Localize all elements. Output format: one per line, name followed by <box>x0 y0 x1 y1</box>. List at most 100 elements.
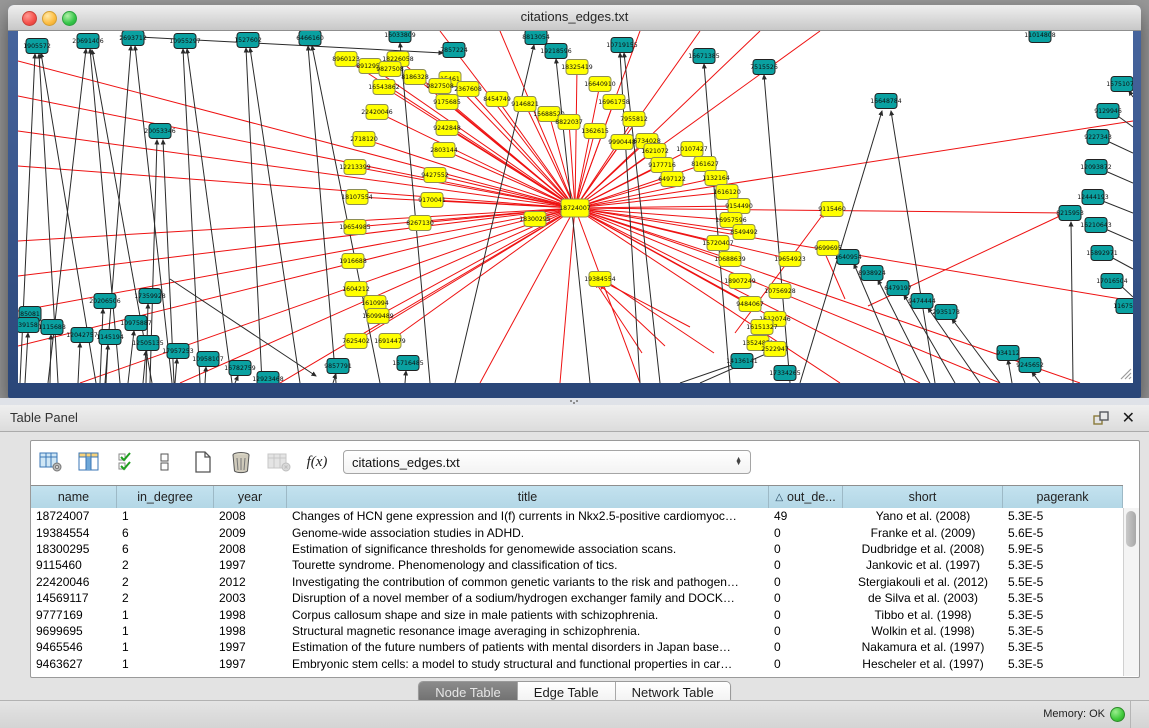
vertical-scrollbar[interactable] <box>1123 508 1139 676</box>
graph-node[interactable]: 12505135 <box>132 336 164 351</box>
graph-node[interactable]: 39158 <box>18 318 39 333</box>
graph-node[interactable]: 7515526 <box>750 60 778 75</box>
graph-node[interactable]: 9474444 <box>908 294 936 309</box>
graph-node[interactable]: 1145194 <box>96 330 124 345</box>
graph-node[interactable]: 17016504 <box>1096 274 1128 289</box>
graph-node[interactable]: 9484067 <box>736 297 764 312</box>
graph-node[interactable]: 11014808 <box>1024 31 1056 43</box>
graph-node[interactable]: 10955297 <box>169 34 201 49</box>
table-row[interactable]: 2242004622012Investigating the contribut… <box>31 574 1123 590</box>
graph-node[interactable]: 10756928 <box>764 284 796 299</box>
panel-divider[interactable] <box>0 398 1149 405</box>
resize-grip[interactable] <box>1121 369 1131 379</box>
graph-node[interactable]: 19654985 <box>339 220 371 235</box>
graph-node[interactable]: 1905572 <box>23 39 51 54</box>
graph-hub-node[interactable]: 18724007 <box>559 199 591 217</box>
graph-node[interactable]: 2935178 <box>932 305 960 320</box>
column-header-name[interactable]: name <box>31 486 117 508</box>
graph-node[interactable]: 19218596 <box>540 44 572 59</box>
graph-node[interactable]: 9699695 <box>814 241 842 256</box>
graph-node[interactable]: 9245652 <box>1016 358 1044 373</box>
graph-node[interactable]: 20206506 <box>89 294 121 309</box>
column-header-pagerank[interactable]: pagerank <box>1003 486 1123 508</box>
graph-node[interactable]: 15716485 <box>392 356 424 371</box>
graph-node[interactable]: 12213399 <box>339 160 371 175</box>
graph-node[interactable]: 16648784 <box>870 94 902 109</box>
graph-node[interactable]: 12923468 <box>252 372 284 384</box>
graph-node[interactable]: 18325419 <box>561 60 593 75</box>
graph-node[interactable]: 1616120 <box>713 185 741 200</box>
graph-node[interactable]: 9154490 <box>725 199 753 214</box>
graph-node[interactable]: 1621072 <box>641 144 669 159</box>
graph-node[interactable]: 1115688 <box>38 320 66 335</box>
table-row[interactable]: 946554611997Estimation of the future num… <box>31 639 1123 655</box>
close-panel-icon[interactable]: ✕ <box>1122 408 1135 428</box>
function-builder-icon[interactable]: f(x) <box>305 450 329 474</box>
graph-node[interactable]: 6497122 <box>658 172 686 187</box>
scrollbar-thumb[interactable] <box>1126 511 1136 547</box>
graph-node[interactable]: 8161627 <box>691 157 719 172</box>
graph-node[interactable]: 10975887 <box>120 316 152 331</box>
graph-node[interactable]: 2693712 <box>119 31 147 46</box>
graph-node[interactable]: 9129946 <box>1094 104 1122 119</box>
graph-node[interactable]: 6466160 <box>296 31 324 46</box>
table-row[interactable]: 946362711997Embryonic stem cells: a mode… <box>31 656 1123 672</box>
show-columns-icon[interactable] <box>77 450 101 474</box>
graph-node[interactable]: 9227343 <box>1084 130 1112 145</box>
graph-node[interactable]: 1916688 <box>339 254 367 269</box>
graph-node[interactable]: 9857791 <box>324 359 352 374</box>
table-row[interactable]: 911546021997Tourette syndrome. Phenomeno… <box>31 557 1123 573</box>
graph-node[interactable]: 10688639 <box>714 252 746 267</box>
graph-node[interactable]: 10107427 <box>676 142 708 157</box>
graph-node[interactable]: 16961758 <box>598 95 630 110</box>
graph-node[interactable]: 9827508 <box>376 62 404 77</box>
graph-node[interactable]: 8454749 <box>483 92 511 107</box>
graph-node[interactable]: 9242848 <box>433 121 461 136</box>
table-row[interactable]: 1830029562008Estimation of significance … <box>31 541 1123 557</box>
graph-node[interactable]: 10958107 <box>192 352 224 367</box>
graph-node[interactable]: 2803144 <box>430 143 458 158</box>
graph-node[interactable]: 15751074 <box>1106 77 1133 92</box>
graph-node[interactable]: 16210643 <box>1080 218 1112 233</box>
column-header-out_de[interactable]: △out_de... <box>769 486 843 508</box>
graph-node[interactable]: 9175685 <box>433 95 461 110</box>
graph-node[interactable]: 15892971 <box>1086 246 1118 261</box>
graph-node[interactable]: 16099489 <box>362 309 394 324</box>
graph-node[interactable]: 17359928 <box>134 289 166 304</box>
graph-node[interactable]: 19384554 <box>584 272 616 287</box>
graph-node[interactable]: 18907249 <box>724 274 756 289</box>
graph-node[interactable]: 8267130 <box>406 216 434 231</box>
graph-node[interactable]: 9170041 <box>418 193 446 208</box>
graph-node[interactable]: 17957253 <box>162 344 194 359</box>
graph-node[interactable]: 20053346 <box>144 124 176 139</box>
graph-node[interactable]: 9827508 <box>426 79 454 94</box>
graph-node[interactable]: 6479197 <box>884 281 912 296</box>
graph-node[interactable]: 2718120 <box>350 132 378 147</box>
graph-node[interactable]: 7625402 <box>342 334 370 349</box>
table-row[interactable]: 1872400712008Changes of HCN gene express… <box>31 508 1123 524</box>
graph-node[interactable]: 17334265 <box>769 366 801 381</box>
graph-node[interactable]: 20691406 <box>72 34 104 49</box>
graph-node[interactable]: 9177716 <box>648 158 676 173</box>
graph-node[interactable]: 1167534 <box>1113 299 1133 314</box>
table-row[interactable]: 977716911998Corpus callosum shape and si… <box>31 606 1123 622</box>
graph-node[interactable]: 22420046 <box>361 105 393 120</box>
select-columns-icon[interactable] <box>115 450 139 474</box>
graph-node[interactable]: 8549492 <box>730 225 758 240</box>
graph-node[interactable]: 16640910 <box>584 77 616 92</box>
network-canvas[interactable]: 1905572206914062693712109552971527602646… <box>18 31 1133 383</box>
graph-node[interactable]: 16151327 <box>746 320 778 335</box>
graph-node[interactable]: 8186328 <box>401 70 429 85</box>
column-header-title[interactable]: title <box>287 486 769 508</box>
table-row[interactable]: 1938455462009Genome-wide association stu… <box>31 524 1123 540</box>
graph-node[interactable]: 9146821 <box>511 97 539 112</box>
table-row[interactable]: 969969511998Structural magnetic resonanc… <box>31 623 1123 639</box>
graph-node[interactable]: 16671385 <box>688 49 720 64</box>
graph-node[interactable]: 934112 <box>996 346 1020 361</box>
graph-node[interactable]: 9427552 <box>421 168 449 183</box>
window-titlebar[interactable]: citations_edges.txt <box>8 5 1141 31</box>
new-table-icon[interactable] <box>191 450 215 474</box>
delete-rows-icon[interactable] <box>229 450 253 474</box>
memory-status-icon[interactable] <box>1110 707 1125 722</box>
graph-node[interactable]: 10719155 <box>606 38 638 53</box>
